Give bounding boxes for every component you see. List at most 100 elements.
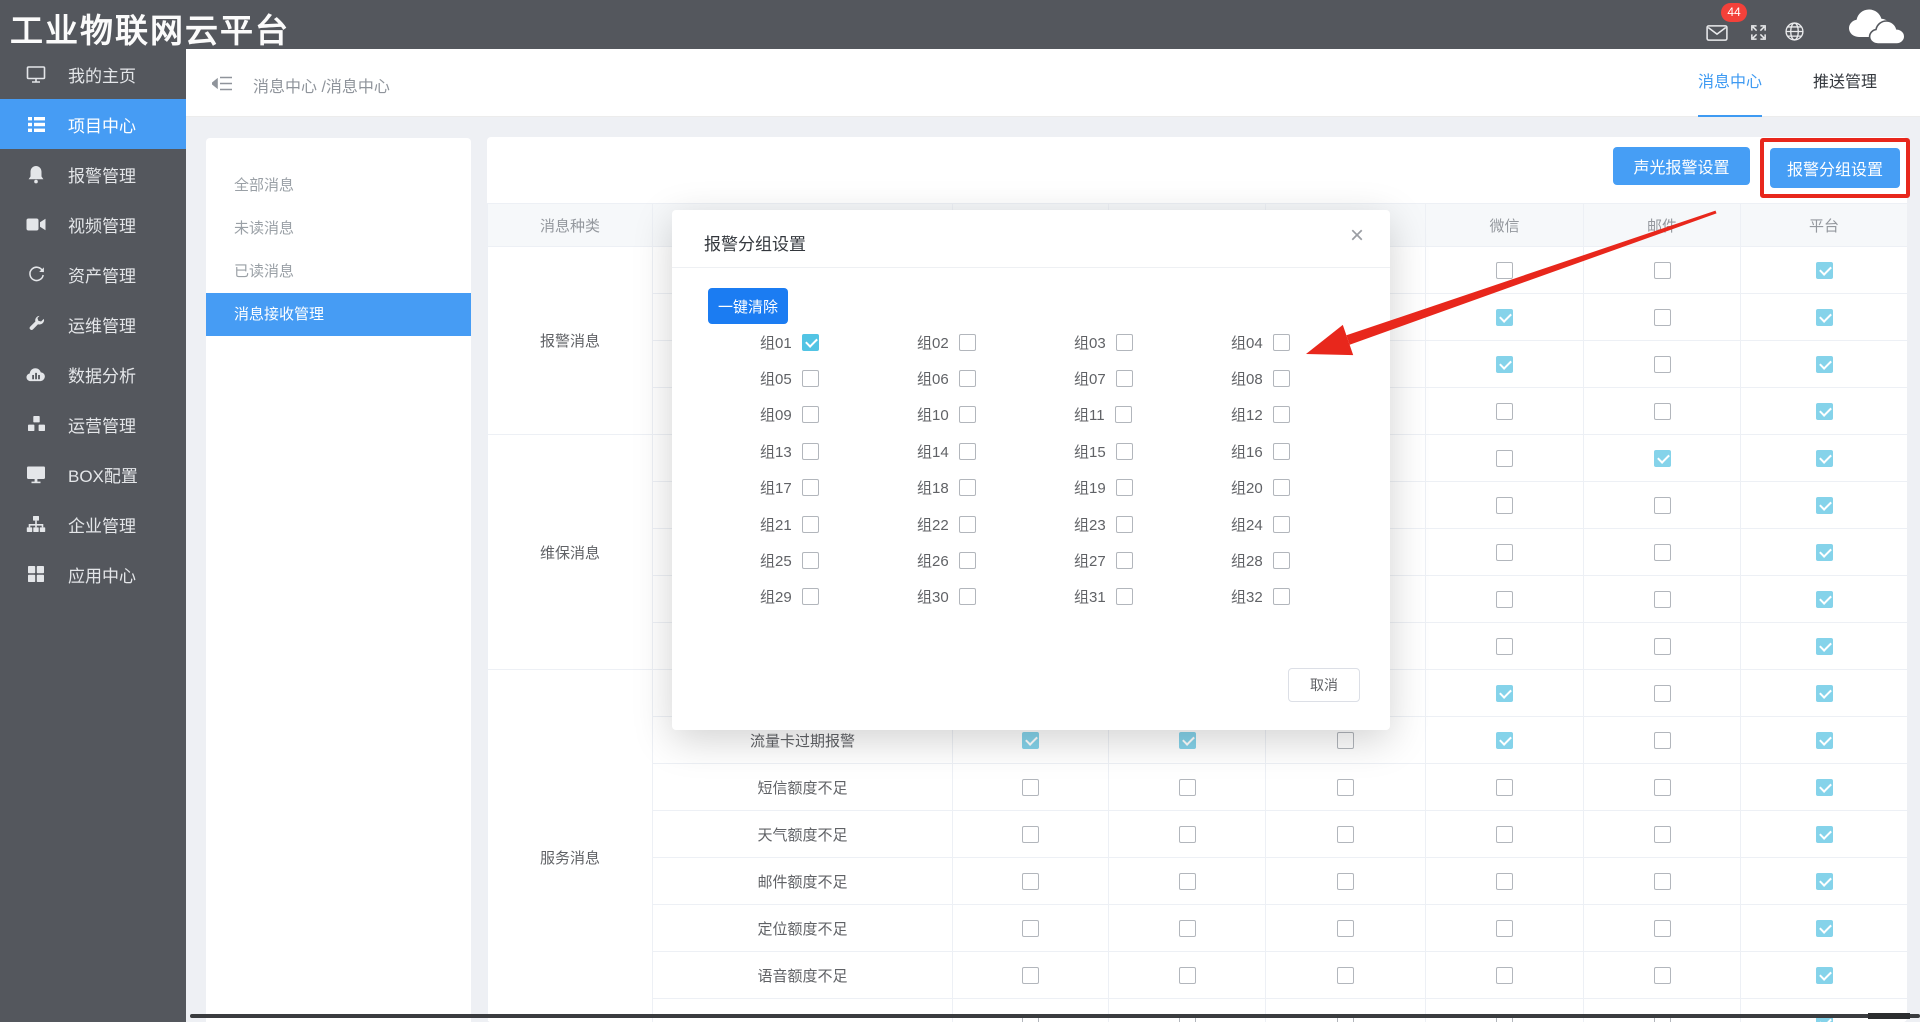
group-checkbox-unchecked[interactable] — [1273, 443, 1290, 460]
checkbox-unchecked[interactable] — [1496, 779, 1513, 796]
sidebar-item-monitor[interactable]: 我的主页 — [0, 49, 186, 99]
checkbox-unchecked[interactable] — [1654, 638, 1671, 655]
group-checkbox-unchecked[interactable] — [1273, 334, 1290, 351]
checkbox-checked[interactable] — [1816, 591, 1833, 608]
fullscreen-icon[interactable] — [1749, 23, 1768, 47]
checkbox-checked[interactable] — [1816, 309, 1833, 326]
checkbox-unchecked[interactable] — [1496, 403, 1513, 420]
sidebar-item-grid[interactable]: 应用中心 — [0, 549, 186, 599]
inbox-menu-item-3[interactable]: 消息接收管理 — [206, 293, 471, 336]
group-checkbox-unchecked[interactable] — [802, 588, 819, 605]
checkbox-checked[interactable] — [1496, 732, 1513, 749]
alarm-group-settings-button[interactable]: 报警分组设置 — [1770, 148, 1900, 188]
checkbox-checked[interactable] — [1654, 450, 1671, 467]
collapse-menu-icon[interactable] — [212, 75, 233, 97]
checkbox-checked[interactable] — [1816, 638, 1833, 655]
group-checkbox-unchecked[interactable] — [959, 370, 976, 387]
checkbox-unchecked[interactable] — [1022, 920, 1039, 937]
inbox-menu-item-2[interactable]: 已读消息 — [206, 250, 471, 293]
checkbox-unchecked[interactable] — [1654, 779, 1671, 796]
checkbox-unchecked[interactable] — [1337, 826, 1354, 843]
group-checkbox-unchecked[interactable] — [802, 443, 819, 460]
group-checkbox-unchecked[interactable] — [959, 516, 976, 533]
inbox-menu-item-0[interactable]: 全部消息 — [206, 164, 471, 207]
checkbox-unchecked[interactable] — [1179, 920, 1196, 937]
sidebar-item-sitemap[interactable]: 企业管理 — [0, 499, 186, 549]
cancel-button[interactable]: 取消 — [1288, 668, 1360, 702]
sidebar-item-chart-cloud[interactable]: 数据分析 — [0, 349, 186, 399]
checkbox-checked[interactable] — [1816, 685, 1833, 702]
checkbox-unchecked[interactable] — [1179, 826, 1196, 843]
checkbox-checked[interactable] — [1816, 497, 1833, 514]
group-checkbox-unchecked[interactable] — [959, 552, 976, 569]
checkbox-checked[interactable] — [1496, 356, 1513, 373]
group-checkbox-unchecked[interactable] — [1273, 370, 1290, 387]
checkbox-unchecked[interactable] — [1337, 920, 1354, 937]
tab-push-management[interactable]: 推送管理 — [1813, 49, 1877, 117]
checkbox-unchecked[interactable] — [1337, 779, 1354, 796]
group-checkbox-unchecked[interactable] — [802, 479, 819, 496]
checkbox-checked[interactable] — [1816, 450, 1833, 467]
sidebar-item-wrench[interactable]: 运维管理 — [0, 299, 186, 349]
group-checkbox-unchecked[interactable] — [959, 334, 976, 351]
checkbox-unchecked[interactable] — [1654, 309, 1671, 326]
checkbox-checked[interactable] — [1816, 403, 1833, 420]
sound-light-alarm-settings-button[interactable]: 声光报警设置 — [1613, 147, 1750, 185]
group-checkbox-unchecked[interactable] — [1115, 406, 1132, 423]
sidebar-item-list[interactable]: 项目中心 — [0, 99, 186, 149]
group-checkbox-unchecked[interactable] — [802, 516, 819, 533]
clear-all-button[interactable]: 一键清除 — [708, 288, 788, 324]
sidebar-item-recycle[interactable]: 资产管理 — [0, 249, 186, 299]
checkbox-unchecked[interactable] — [1496, 967, 1513, 984]
group-checkbox-unchecked[interactable] — [959, 479, 976, 496]
checkbox-checked[interactable] — [1816, 544, 1833, 561]
group-checkbox-unchecked[interactable] — [959, 406, 976, 423]
checkbox-unchecked[interactable] — [1496, 591, 1513, 608]
horizontal-scrollbar[interactable] — [190, 1014, 1920, 1018]
checkbox-unchecked[interactable] — [1022, 873, 1039, 890]
group-checkbox-unchecked[interactable] — [1116, 443, 1133, 460]
checkbox-unchecked[interactable] — [1022, 826, 1039, 843]
checkbox-checked[interactable] — [1816, 826, 1833, 843]
checkbox-checked[interactable] — [1816, 967, 1833, 984]
close-icon[interactable]: × — [1350, 224, 1364, 248]
sidebar-item-video[interactable]: 视频管理 — [0, 199, 186, 249]
group-checkbox-unchecked[interactable] — [1273, 516, 1290, 533]
cloud-logo-icon[interactable] — [1843, 7, 1911, 52]
checkbox-unchecked[interactable] — [1496, 638, 1513, 655]
scrollbar-thumb[interactable] — [1868, 1013, 1910, 1019]
tab-message-center[interactable]: 消息中心 — [1698, 49, 1762, 117]
checkbox-unchecked[interactable] — [1654, 403, 1671, 420]
checkbox-checked[interactable] — [1816, 732, 1833, 749]
checkbox-unchecked[interactable] — [1654, 826, 1671, 843]
checkbox-unchecked[interactable] — [1022, 967, 1039, 984]
checkbox-checked[interactable] — [1816, 356, 1833, 373]
checkbox-checked[interactable] — [1179, 732, 1196, 749]
checkbox-unchecked[interactable] — [1496, 262, 1513, 279]
checkbox-unchecked[interactable] — [1022, 779, 1039, 796]
group-checkbox-checked[interactable] — [802, 334, 819, 351]
checkbox-unchecked[interactable] — [1337, 732, 1354, 749]
checkbox-unchecked[interactable] — [1654, 732, 1671, 749]
checkbox-unchecked[interactable] — [1654, 262, 1671, 279]
checkbox-unchecked[interactable] — [1654, 356, 1671, 373]
checkbox-unchecked[interactable] — [1654, 497, 1671, 514]
checkbox-unchecked[interactable] — [1654, 685, 1671, 702]
checkbox-unchecked[interactable] — [1496, 497, 1513, 514]
group-checkbox-unchecked[interactable] — [1116, 552, 1133, 569]
group-checkbox-unchecked[interactable] — [1273, 406, 1290, 423]
checkbox-unchecked[interactable] — [1496, 450, 1513, 467]
group-checkbox-unchecked[interactable] — [959, 588, 976, 605]
mail-icon[interactable] — [1706, 24, 1728, 47]
checkbox-unchecked[interactable] — [1654, 873, 1671, 890]
sidebar-item-box-monitor[interactable]: BOX配置 — [0, 449, 186, 499]
checkbox-unchecked[interactable] — [1654, 967, 1671, 984]
checkbox-unchecked[interactable] — [1179, 873, 1196, 890]
checkbox-unchecked[interactable] — [1654, 544, 1671, 561]
group-checkbox-unchecked[interactable] — [1116, 588, 1133, 605]
group-checkbox-unchecked[interactable] — [1116, 334, 1133, 351]
checkbox-unchecked[interactable] — [1496, 873, 1513, 890]
checkbox-checked[interactable] — [1816, 873, 1833, 890]
group-checkbox-unchecked[interactable] — [802, 370, 819, 387]
checkbox-unchecked[interactable] — [1179, 967, 1196, 984]
